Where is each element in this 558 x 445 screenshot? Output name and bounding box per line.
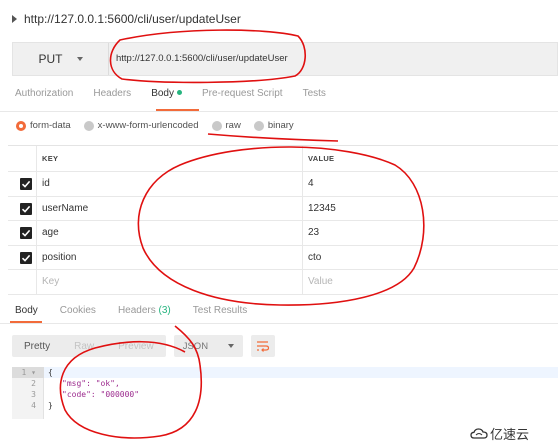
annotation-overlay (59, 29, 425, 439)
annotation-circle-params (137, 146, 425, 306)
annotation-circle-url (109, 29, 306, 84)
annotation-underline-binary (207, 133, 339, 142)
annotation-circle-response (59, 325, 203, 439)
